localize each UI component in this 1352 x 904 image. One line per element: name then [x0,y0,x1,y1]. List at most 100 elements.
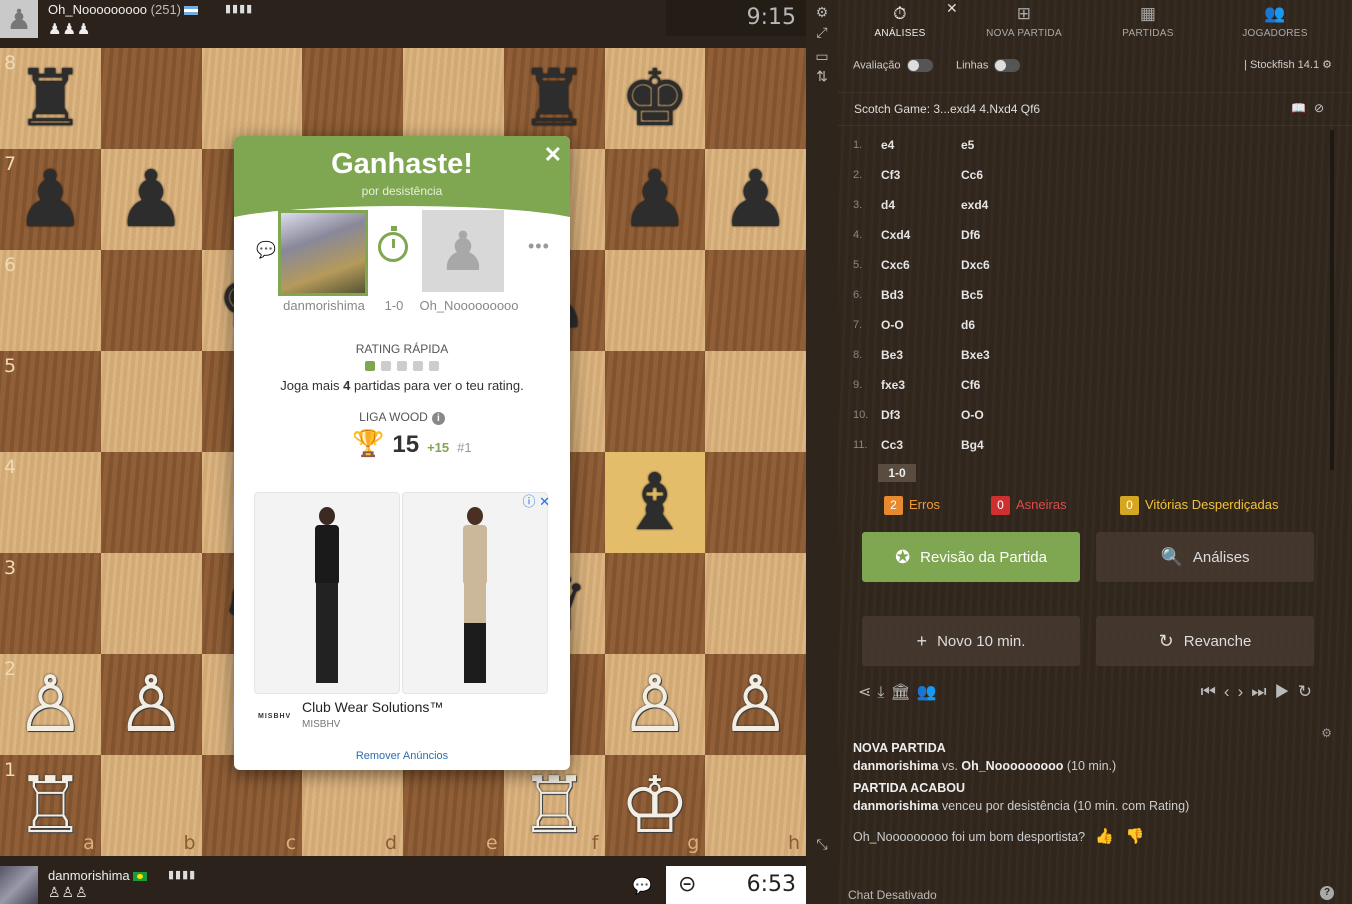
settings-gear-icon[interactable]: ⚙ [814,4,830,20]
engine-selector[interactable]: | Stockfish 14.1 ⚙ [1244,58,1332,71]
flip-board-icon[interactable]: ⇅ [814,68,830,84]
players-compare-icon[interactable]: 👥 [917,684,943,701]
analyses-button[interactable]: 🔍 Análises [1096,532,1314,582]
thumbs-down-icon[interactable]: 👎 [1126,828,1157,845]
square-d1[interactable]: d [302,755,403,856]
black-move[interactable]: Cf6 [961,378,980,392]
info-icon[interactable]: i [431,412,445,425]
square-e8[interactable] [403,48,504,149]
piece-a8[interactable]: ♜ [0,48,101,149]
square-g5[interactable] [604,351,706,452]
square-b4[interactable] [100,452,202,553]
ad-image-model-1[interactable] [254,492,400,694]
library-icon[interactable]: 🏛 [890,684,916,701]
piece-b2[interactable]: ♙ [101,654,202,755]
piece-h7[interactable]: ♟ [705,149,806,250]
square-g4[interactable]: ♝ [604,452,706,553]
black-move[interactable]: Bxe3 [961,348,990,362]
white-move[interactable]: O-O [881,318,904,332]
piece-a1[interactable]: ♖ [0,755,101,856]
piece-a7[interactable]: ♟ [0,149,101,250]
piece-h2[interactable]: ♙ [705,654,806,755]
black-move[interactable]: d6 [961,318,975,332]
black-move[interactable]: Bg4 [961,438,984,452]
white-move[interactable]: Cc3 [881,438,903,452]
square-b2[interactable]: ♙ [100,654,202,755]
chat-bubble-icon[interactable]: 💬 [632,876,652,896]
toggle-switch[interactable] [906,59,933,72]
square-a2[interactable]: 2 ♙ [0,654,101,755]
piece-g7[interactable]: ♟ [605,149,706,250]
piece-g8[interactable]: ♚ [605,48,706,149]
prev-move-icon[interactable]: ‹ [1224,682,1238,701]
piece-a2[interactable]: ♙ [0,654,101,755]
help-icon[interactable]: ? [1320,886,1334,900]
square-h2[interactable]: ♙ [705,654,806,755]
white-move[interactable]: Cxd4 [881,228,910,242]
white-move[interactable]: e4 [881,138,894,152]
black-move[interactable]: O-O [961,408,984,422]
white-move[interactable]: Be3 [881,348,903,362]
resize-board-icon[interactable]: ⤡ [814,836,830,852]
advertisement[interactable]: ⓘ ✕ MISBHV Club Wear Solutions™ MISBHV [254,491,550,736]
square-h7[interactable]: ♟ [705,149,806,250]
square-h4[interactable] [705,452,806,553]
square-b5[interactable] [100,351,202,452]
white-move[interactable]: Df3 [881,408,900,422]
theater-mode-icon[interactable]: ▭ [814,48,830,64]
square-g6[interactable] [604,250,706,351]
blunders-stat[interactable]: 0 Asneiras [991,496,1067,515]
square-h5[interactable] [705,351,806,452]
tab-analyses[interactable]: ⏱ ANÁLISES [838,0,962,46]
tab-games[interactable]: ▦ PARTIDAS [1086,0,1210,46]
square-d8[interactable] [302,48,403,149]
loser-name[interactable]: Oh_Nooooooooo [414,298,524,313]
white-move[interactable]: Cf3 [881,168,900,182]
black-move[interactable]: Bc5 [961,288,983,302]
square-h1[interactable]: h [705,755,806,856]
game-review-button[interactable]: ✪ Revisão da Partida [862,532,1080,582]
errors-stat[interactable]: 2 Erros [884,496,940,515]
move-list-scrollbar[interactable] [1330,130,1334,470]
square-b6[interactable] [100,250,202,351]
player-avatar[interactable] [0,866,38,904]
toggle-switch[interactable] [994,59,1021,72]
white-move[interactable]: Cxc6 [881,258,910,272]
player-name[interactable]: danmorishima [48,868,147,883]
remove-ads-link[interactable]: Remover Anúncios [234,750,570,762]
piece-g1[interactable]: ♔ [605,755,706,856]
square-a3[interactable]: 3 [0,553,101,654]
chat-icon[interactable]: 💬 [256,240,276,260]
last-move-icon[interactable]: ⏭ [1251,682,1274,701]
square-g3[interactable] [604,553,706,654]
square-c8[interactable] [201,48,303,149]
square-g2[interactable]: ♙ [604,654,706,755]
book-icon[interactable]: 📖 [1291,101,1314,115]
rematch-button[interactable]: ↻ Revanche [1096,616,1314,666]
square-g8[interactable]: ♚ [604,48,706,149]
piece-f8[interactable]: ♜ [504,48,605,149]
square-g1[interactable]: g ♔ [604,755,706,856]
black-move[interactable]: e5 [961,138,974,152]
piece-b7[interactable]: ♟ [101,149,202,250]
square-a4[interactable]: 4 [0,452,101,553]
piece-g4[interactable]: ♝ [605,452,706,553]
black-move[interactable]: Df6 [961,228,980,242]
black-move[interactable]: Dxc6 [961,258,990,272]
square-b8[interactable] [100,48,202,149]
ad-title[interactable]: Club Wear Solutions™ [302,699,443,715]
missed-wins-stat[interactable]: 0 Vitórias Desperdiçadas [1120,496,1278,515]
winner-avatar[interactable] [278,210,368,296]
white-move[interactable]: fxe3 [881,378,905,392]
next-move-icon[interactable]: › [1238,682,1252,701]
square-a7[interactable]: 7 ♟ [0,149,101,250]
share-icon[interactable]: ⋖ [858,684,877,701]
square-b3[interactable] [100,553,202,654]
square-h3[interactable] [705,553,806,654]
thumbs-up-icon[interactable]: 👍 [1095,828,1126,845]
square-b1[interactable]: b [100,755,202,856]
ad-image-model-2[interactable] [402,492,548,694]
more-options-icon[interactable]: ••• [528,236,550,257]
piece-f1[interactable]: ♖ [504,755,605,856]
close-icon[interactable]: ✕ [544,142,562,168]
